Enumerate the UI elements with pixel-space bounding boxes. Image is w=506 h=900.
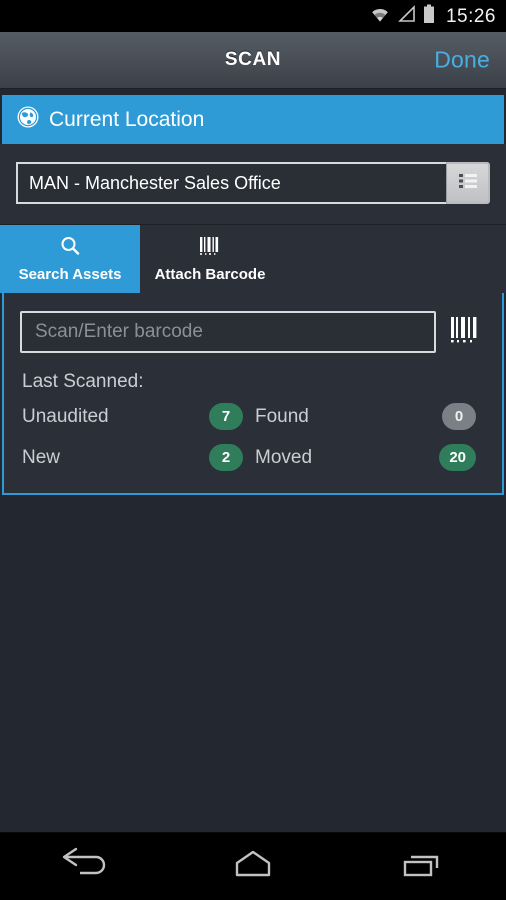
barcode-icon: [197, 235, 223, 262]
barcode-icon: [449, 315, 483, 350]
stat-moved: Moved 20: [253, 444, 486, 471]
page-title: SCAN: [224, 49, 282, 70]
location-row: MAN - Manchester Sales Office: [0, 144, 506, 225]
phone-screen: 15:26 SCAN Done Current Location MAN - M…: [0, 0, 506, 900]
stat-found-count: 0: [442, 403, 476, 430]
home-icon: [227, 848, 279, 885]
done-button[interactable]: Done: [434, 47, 490, 74]
tab-bar: Search Assets Attach Barcode: [0, 225, 506, 293]
last-scanned-label: Last Scanned:: [22, 371, 144, 392]
tab-bar-filler: [280, 225, 506, 293]
nav-home-button[interactable]: [198, 833, 308, 900]
current-location-label: Current Location: [49, 107, 205, 131]
location-input[interactable]: MAN - Manchester Sales Office: [16, 162, 446, 204]
tab-attach-barcode-label: Attach Barcode: [154, 266, 266, 283]
battery-icon: [423, 4, 435, 29]
status-bar: 15:26: [0, 0, 506, 32]
android-nav-bar: [0, 832, 506, 900]
scan-input-row: Scan/Enter barcode: [20, 311, 486, 353]
stat-unaudited: Unaudited 7: [20, 403, 253, 430]
list-icon: [457, 171, 479, 196]
scan-panel: Scan/Enter barcode Last Scanned: Unaudit…: [2, 293, 504, 495]
stat-moved-label: Moved: [255, 446, 313, 468]
scan-stats: Unaudited 7 Found 0 New 2 Moved 20: [20, 403, 486, 471]
empty-content-area: [0, 495, 506, 832]
title-bar: SCAN Done: [0, 32, 506, 89]
location-picker-button[interactable]: [446, 162, 490, 204]
search-icon: [59, 235, 81, 262]
tab-search-assets-label: Search Assets: [18, 266, 122, 283]
wifi-icon: [369, 5, 391, 28]
barcode-input[interactable]: Scan/Enter barcode: [20, 311, 436, 353]
tab-search-assets[interactable]: Search Assets: [0, 225, 140, 293]
back-icon: [58, 847, 110, 886]
status-clock: 15:26: [445, 5, 496, 27]
stat-new-count: 2: [209, 444, 243, 471]
current-location-header: Current Location: [2, 95, 504, 144]
stat-found-label: Found: [255, 405, 309, 427]
signal-icon: [398, 4, 416, 28]
stat-found: Found 0: [253, 403, 486, 430]
nav-back-button[interactable]: [29, 833, 139, 900]
scan-barcode-button[interactable]: [446, 315, 486, 350]
tab-attach-barcode[interactable]: Attach Barcode: [140, 225, 280, 293]
nav-recents-button[interactable]: [367, 833, 477, 900]
stat-new: New 2: [20, 444, 253, 471]
stat-unaudited-label: Unaudited: [22, 405, 109, 427]
globe-icon: [16, 105, 40, 134]
recents-icon: [397, 848, 447, 885]
stat-unaudited-count: 7: [209, 403, 243, 430]
stat-new-label: New: [22, 446, 61, 468]
stat-moved-count: 20: [439, 444, 476, 471]
